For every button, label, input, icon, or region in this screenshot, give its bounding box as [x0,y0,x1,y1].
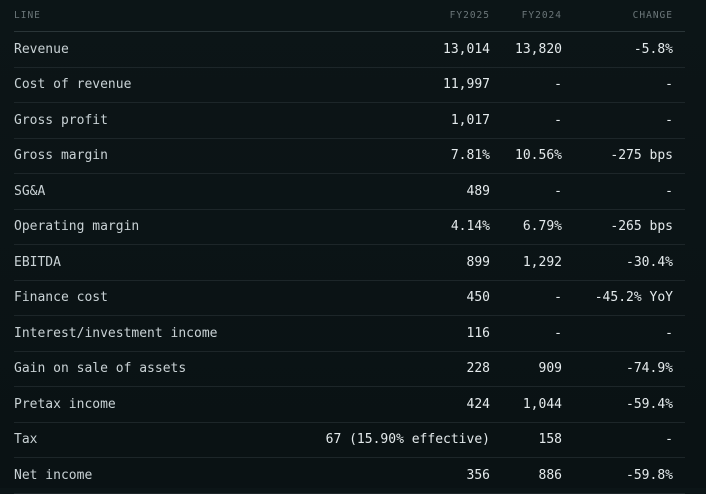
cell-line: Finance cost [14,290,108,306]
cell-fy2025: 116 [466,325,490,341]
table-row: Gain on sale of assets 228 909 -74.9% [14,352,685,387]
cell-line: Cost of revenue [14,77,132,93]
cell-line: Net income [14,467,93,483]
cell-change: -59.4% [626,396,673,412]
cell-fy2025: 489 [466,183,490,199]
cell-fy2025: 356 [466,467,490,483]
cell-fy2024: - [554,77,562,93]
cell-fy2024: 909 [538,361,562,377]
cell-change: -59.8% [626,467,673,483]
cell-change: -30.4% [626,254,673,270]
table-row: EBITDA 899 1,292 -30.4% [14,245,685,281]
header-change: CHANGE [632,10,673,21]
cell-fy2024: 1,044 [522,396,562,412]
cell-change: - [665,325,673,341]
table-row: Cost of revenue 11,997 - - [14,68,685,103]
cell-change: -275 bps [610,148,673,164]
cell-change: -74.9% [626,361,673,377]
cell-line: Revenue [14,41,69,57]
table-row: Revenue 13,014 13,820 -5.8% [14,32,685,68]
cell-line: Tax [14,432,38,448]
header-fy2024: FY2024 [521,10,562,21]
cell-line: Gross profit [14,112,108,128]
cell-fy2024: 6.79% [522,219,562,235]
cell-fy2025: 899 [466,254,490,270]
cell-fy2025: 67 (15.90% effective) [325,432,490,448]
table-row: SG&A 489 - - [14,174,685,210]
cell-line: Gain on sale of assets [14,361,187,377]
cell-change: -5.8% [633,41,673,57]
cell-fy2025: 4.14% [450,219,490,235]
cell-fy2025: 450 [466,290,490,306]
table-body: Revenue 13,014 13,820 -5.8% Cost of revenue 1… [14,32,685,494]
table-row: Net income 356 886 -59.8% [14,458,685,494]
cell-fy2025: 1,017 [450,112,490,128]
cell-fy2025: 7.81% [450,148,490,164]
cell-change: - [665,432,673,448]
financial-table: LINE FY2025 FY2024 CHANGE Revenue 13,014 1… [14,0,685,494]
cell-change: - [665,112,673,128]
cell-fy2024: 1,292 [522,254,562,270]
table-row: Interest/investment income 116 - - [14,316,685,352]
cell-line: EBITDA [14,254,61,270]
cell-fy2024: 886 [538,467,562,483]
cell-fy2024: - [554,112,562,128]
cell-fy2025: 11,997 [443,77,490,93]
cell-line: Gross margin [14,148,108,164]
cell-fy2024: 158 [538,432,562,448]
cell-change: - [665,77,673,93]
table-header: LINE FY2025 FY2024 CHANGE [14,0,685,32]
table-row: Pretax income 424 1,044 -59.4% [14,387,685,423]
table-row: Tax 67 (15.90% effective) 158 - [14,423,685,458]
cell-fy2024: 13,820 [515,41,562,57]
cell-change: - [665,183,673,199]
cell-line: Operating margin [14,219,140,235]
cell-fy2024: - [554,290,562,306]
cell-fy2025: 13,014 [443,41,490,57]
cell-line: Interest/investment income [14,325,218,341]
table-row: Gross profit 1,017 - - [14,103,685,139]
cell-fy2025: 424 [466,396,490,412]
header-fy2025: FY2025 [449,10,490,21]
cell-fy2024: - [554,183,562,199]
cell-change: -265 bps [610,219,673,235]
table-row: Gross margin 7.81% 10.56% -275 bps [14,139,685,174]
cell-line: Pretax income [14,396,116,412]
cell-line: SG&A [14,183,46,199]
cell-change: -45.2% YoY [594,290,673,306]
table-row: Operating margin 4.14% 6.79% -265 bps [14,210,685,245]
cell-fy2024: 10.56% [515,148,562,164]
header-line: LINE [14,10,41,21]
cell-fy2024: - [554,325,562,341]
table-row: Finance cost 450 - -45.2% YoY [14,281,685,316]
cell-fy2025: 228 [466,361,490,377]
